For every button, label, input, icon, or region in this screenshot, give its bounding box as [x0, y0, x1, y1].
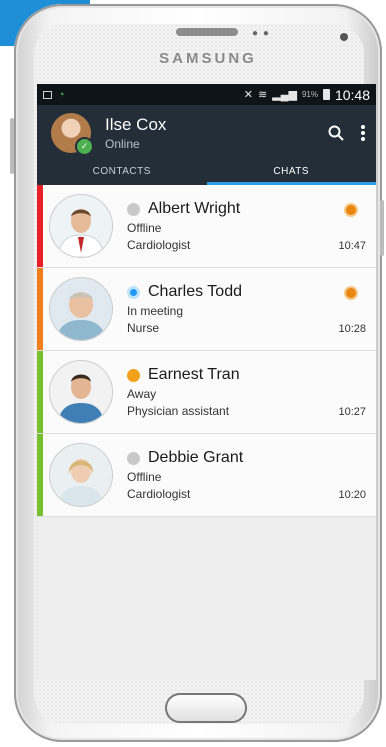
battery-icon	[322, 89, 330, 100]
message-time: 10:27	[338, 406, 366, 418]
user-name: Ilse Cox	[105, 115, 167, 134]
priority-bar	[37, 434, 43, 516]
tab-bar: CONTACTS CHATS	[37, 161, 376, 185]
tab-contacts[interactable]: CONTACTS	[37, 161, 207, 185]
contact-status: Offline	[127, 470, 162, 484]
contact-status: In meeting	[127, 304, 184, 318]
unread-badge-icon	[344, 203, 358, 217]
online-check-icon: ✓	[75, 137, 94, 156]
earpiece-speaker	[176, 28, 238, 36]
power-button	[380, 200, 384, 256]
volume-button	[10, 118, 14, 174]
device-brand: SAMSUNG	[159, 50, 257, 67]
status-bar: ◔ ✕ ≋ ▂▄▆ 91% 10:48	[37, 84, 376, 105]
wifi-icon: ≋	[258, 89, 268, 101]
contact-avatar	[49, 443, 113, 507]
contact-name: Debbie Grant	[148, 449, 244, 466]
contact-name: Earnest Tran	[148, 366, 240, 383]
chat-row[interactable]: Debbie Grant Offline Cardiologist 10:20	[37, 434, 376, 517]
signal-icon: ▂▄▆	[272, 89, 297, 101]
contact-role: Nurse	[127, 321, 160, 335]
contact-avatar	[49, 360, 113, 424]
contact-role: Cardiologist	[127, 487, 191, 501]
chat-row[interactable]: Albert Wright Offline Cardiologist 10:47	[37, 185, 376, 268]
battery-percent: 91%	[301, 90, 318, 99]
notification-icon	[43, 90, 52, 99]
phone-screen: ◔ ✕ ≋ ▂▄▆ 91% 10:48 ✓ Ilse Cox Online CO…	[37, 84, 376, 680]
contact-avatar	[49, 194, 113, 258]
tab-chats[interactable]: CHATS	[206, 161, 376, 185]
app-header: ✓ Ilse Cox Online	[37, 105, 376, 161]
priority-bar	[37, 351, 43, 433]
contact-avatar	[49, 277, 113, 341]
priority-bar	[37, 185, 43, 267]
contact-role: Cardiologist	[127, 238, 191, 252]
contact-role: Physician assistant	[127, 404, 230, 418]
sensor-dots: ● ●	[252, 28, 270, 39]
mute-icon: ✕	[243, 89, 253, 101]
contact-status: Offline	[127, 221, 162, 235]
unread-badge-icon	[344, 286, 358, 300]
presence-offline-icon	[127, 451, 140, 465]
user-presence: Online	[105, 137, 140, 151]
home-button[interactable]	[165, 693, 247, 723]
contact-status: Away	[127, 387, 157, 401]
chat-row[interactable]: Earnest Tran Away Physician assistant 10…	[37, 351, 376, 434]
message-time: 10:47	[338, 240, 366, 252]
search-icon[interactable]	[328, 125, 344, 141]
more-vert-icon[interactable]	[360, 124, 366, 142]
presence-away-icon	[127, 368, 140, 382]
message-time: 10:20	[338, 489, 366, 501]
message-time: 10:28	[338, 323, 366, 335]
clock: 10:48	[334, 86, 370, 103]
chat-list: Albert Wright Offline Cardiologist 10:47…	[37, 185, 376, 517]
chat-row[interactable]: Charles Todd In meeting Nurse 10:28	[37, 268, 376, 351]
presence-offline-icon	[127, 202, 140, 216]
priority-bar	[37, 268, 43, 350]
app-notification-icon: ◔	[58, 88, 65, 101]
front-camera	[340, 33, 348, 41]
contact-name: Charles Todd	[148, 283, 242, 300]
contact-name: Albert Wright	[148, 200, 241, 217]
user-avatar[interactable]: ✓	[51, 113, 94, 156]
presence-meeting-icon	[127, 285, 140, 299]
